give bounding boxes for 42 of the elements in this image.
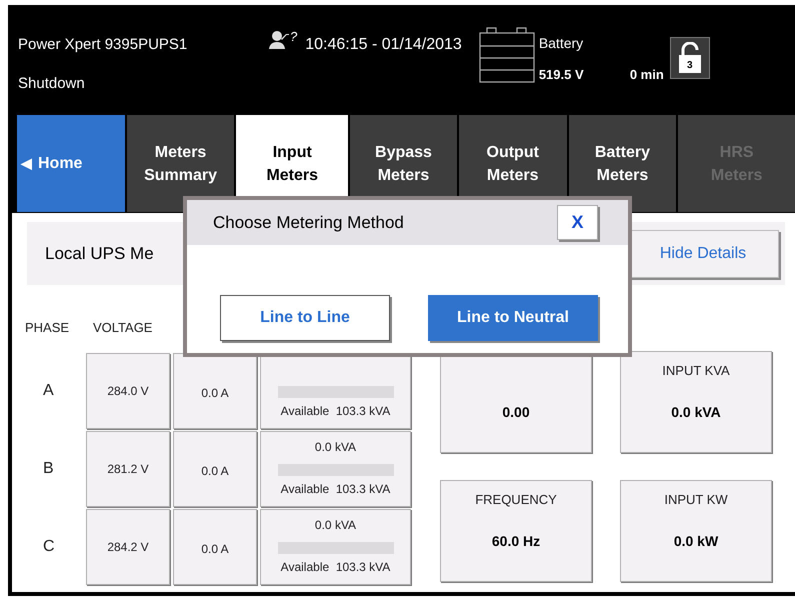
option-button[interactable]: Line to Line	[220, 295, 390, 341]
battery-voltage: 519.5 V	[538, 66, 585, 84]
battery-label: Battery	[538, 34, 584, 53]
battery-icon	[478, 27, 535, 83]
table-cell: 0.0 A	[173, 431, 257, 507]
meter-value: 0.00	[502, 403, 530, 422]
available-capacity: Available 103.3 kVA	[280, 403, 390, 420]
table-cell: 284.0 V	[86, 353, 170, 429]
meter-value: 60.0 Hz	[492, 532, 540, 551]
table-cell: 281.2 V	[86, 431, 170, 507]
phase-label: A	[43, 381, 54, 401]
table-cell: 0.0 A	[173, 353, 257, 429]
available-capacity: Available 103.3 kVA	[280, 481, 390, 498]
section-title: Local UPS Me	[45, 242, 154, 265]
phase-label: C	[43, 537, 55, 557]
battery-runtime: 0 min	[630, 66, 664, 84]
meter-label: INPUT KVA	[662, 362, 730, 380]
date-time: 10:46:15 - 01/14/2013	[305, 35, 462, 55]
lock-button[interactable]: 3	[670, 37, 710, 79]
meter-value: 0.0 kW	[674, 532, 718, 551]
tab[interactable]: Battery Meters	[568, 115, 676, 212]
available-capacity: Available 103.3 kVA	[280, 559, 390, 576]
power-value: 0.0 kVA	[314, 517, 356, 534]
meter-value: 0.0 kVA	[671, 403, 721, 422]
phase-label: B	[43, 459, 54, 479]
tab[interactable]: Meters Summary	[126, 115, 234, 212]
help-mark: ?	[290, 30, 298, 43]
meter-label: FREQUENCY	[475, 490, 557, 508]
user-help-icon[interactable]	[268, 30, 290, 50]
tab[interactable]: ◀ Home	[17, 115, 125, 212]
column-header: VOLTAGE	[93, 320, 152, 335]
column-header: PHASE	[25, 320, 70, 335]
power-value: 0.0 kVA	[314, 439, 356, 456]
dialog-title: Choose Metering Method	[213, 212, 404, 234]
meter-label: INPUT KW	[664, 490, 728, 508]
padlock-icon	[676, 42, 703, 74]
ups-status: Shutdown	[18, 74, 85, 94]
table-cell: 0.0 A	[173, 509, 257, 585]
device-name: Power Xpert 9395PUPS1	[18, 35, 188, 55]
option-button[interactable]: Line to Neutral	[428, 295, 598, 341]
close-button[interactable]: X	[557, 205, 598, 240]
table-cell: 284.2 V	[86, 509, 170, 585]
